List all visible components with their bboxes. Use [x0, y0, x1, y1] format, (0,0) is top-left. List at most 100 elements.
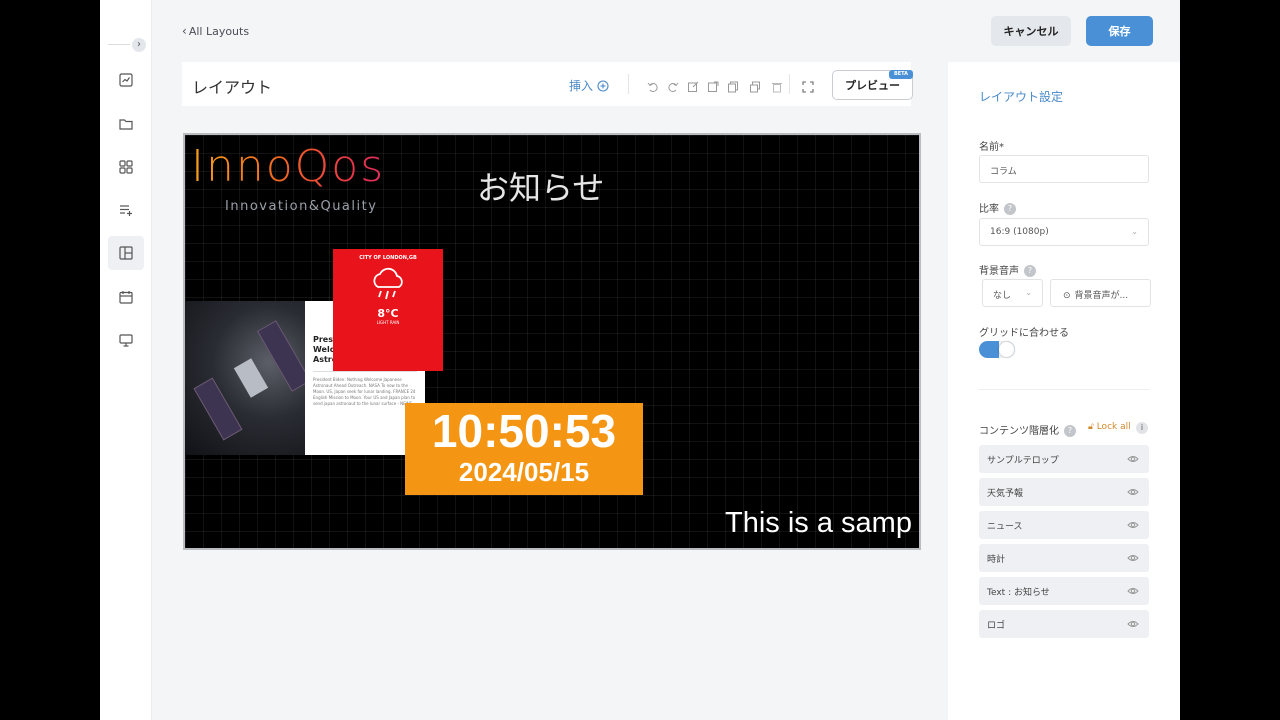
layer-label: ニュース	[987, 522, 1023, 532]
satellite-body	[233, 358, 269, 398]
external-edit-icon[interactable]	[707, 78, 719, 92]
eye-icon[interactable]	[1127, 618, 1139, 630]
editor-toolbar: レイアウト 挿入 プレビュー	[182, 62, 913, 106]
help-icon[interactable]: ?	[1024, 265, 1036, 277]
grid-icon	[119, 160, 133, 174]
chevron-down-icon: ⌄	[1025, 288, 1032, 297]
folder-icon	[119, 119, 133, 130]
toolbar-title: レイアウト	[192, 78, 273, 97]
settings-divider	[979, 389, 1149, 390]
layout-settings-panel: レイアウト設定 名前* コラム 比率? 16:9 (1080p) ⌄ 背景音声? …	[948, 62, 1180, 720]
bgm-button-label: 背景音声が...	[1074, 291, 1129, 301]
redo-icon[interactable]	[667, 78, 679, 92]
ratio-label-row: 比率?	[979, 200, 1016, 215]
sidebar-item-folders[interactable]	[108, 107, 144, 141]
toolbar-divider	[628, 74, 629, 94]
ticker-widget[interactable]: This is a samp	[725, 507, 912, 540]
insert-button[interactable]: 挿入	[569, 77, 609, 94]
bgm-label-row: 背景音声?	[979, 262, 1036, 277]
ratio-select[interactable]: 16:9 (1080p) ⌄	[979, 218, 1149, 246]
layer-item[interactable]: ロゴ	[979, 610, 1149, 638]
help-icon[interactable]: ?	[1004, 203, 1016, 215]
news-divider	[313, 371, 417, 372]
rain-cloud-icon	[373, 267, 403, 300]
toolbar-divider-2	[789, 74, 790, 94]
undo-icon[interactable]	[647, 78, 659, 92]
layer-item[interactable]: 天気予報	[979, 478, 1149, 506]
name-label: 名前*	[979, 142, 1004, 153]
layer-label: サンプルテロップ	[987, 456, 1059, 466]
clock-date: 2024/05/15	[458, 457, 590, 487]
beta-badge: BETA	[889, 70, 913, 79]
news-image	[185, 301, 305, 455]
ratio-label: 比率	[979, 204, 999, 215]
sidebar-item-playlist[interactable]	[108, 193, 144, 227]
eye-icon[interactable]	[1127, 486, 1139, 498]
weather-city: CITY OF LONDON,GB	[359, 255, 417, 261]
layer-item[interactable]: サンプルテロップ	[979, 445, 1149, 473]
layers-label-row: コンテンツ階層化?	[979, 422, 1076, 437]
back-label: All Layouts	[188, 25, 250, 38]
trash-icon[interactable]	[771, 78, 783, 93]
layer-label: Text : お知らせ	[987, 588, 1050, 598]
lock-all-button[interactable]: 🔓︎ Lock all	[1088, 422, 1131, 432]
rail-divider	[108, 44, 130, 45]
lock-all-label: Lock all	[1096, 422, 1131, 432]
logo-text: InnoQos	[191, 141, 441, 192]
layout-icon	[119, 246, 133, 260]
help-icon[interactable]: ?	[1064, 425, 1076, 437]
grid-label: グリッドに合わせる	[979, 328, 1069, 339]
snap-to-grid-toggle[interactable]	[979, 341, 1015, 358]
cancel-button[interactable]: キャンセル	[991, 16, 1071, 46]
logo-widget[interactable]: InnoQos Innovation&Quality	[191, 141, 441, 214]
expand-sidebar-icon[interactable]: ›	[132, 38, 146, 52]
info-icon[interactable]: i	[1136, 422, 1148, 434]
name-input[interactable]: コラム	[979, 155, 1149, 183]
bgm-value: なし	[993, 291, 1012, 301]
insert-label: 挿入	[569, 79, 594, 93]
eye-icon[interactable]	[1127, 453, 1139, 465]
chart-box-icon	[119, 73, 133, 87]
layout-canvas[interactable]: InnoQos Innovation&Quality お知らせ Presi We…	[183, 133, 921, 550]
toggle-knob	[999, 342, 1014, 357]
sidebar-item-dashboard[interactable]	[108, 63, 144, 97]
layer-label: 時計	[987, 555, 1006, 565]
eye-icon[interactable]	[1127, 552, 1139, 564]
clock-widget[interactable]: 10:50:53 2024/05/15	[405, 403, 643, 495]
save-button[interactable]: 保存	[1086, 16, 1153, 46]
fullscreen-icon[interactable]	[802, 78, 814, 93]
chevron-left-icon: ‹	[182, 24, 187, 38]
layer-item[interactable]: Text : お知らせ	[979, 577, 1149, 605]
sidebar-rail: ›	[100, 0, 152, 720]
chevron-down-icon: ⌄	[1131, 227, 1138, 236]
weather-temperature: 8°C	[377, 307, 399, 320]
lock-icon: 🔓︎	[1088, 422, 1097, 432]
notice-text-widget[interactable]: お知らせ	[477, 163, 604, 209]
edit-icon[interactable]	[687, 78, 699, 92]
sidebar-item-schedule[interactable]	[108, 280, 144, 314]
sidebar-item-apps[interactable]	[108, 150, 144, 184]
music-icon: ⊙	[1063, 291, 1071, 301]
duplicate-icon[interactable]	[749, 78, 761, 93]
back-to-layouts-link[interactable]: ‹ All Layouts	[182, 24, 249, 38]
logo-tagline: Innovation&Quality	[225, 199, 378, 214]
clock-time: 10:50:53	[431, 405, 617, 457]
copy-icon[interactable]	[727, 78, 739, 93]
eye-icon[interactable]	[1127, 585, 1139, 597]
sidebar-item-devices[interactable]	[108, 323, 144, 357]
satellite-panel	[193, 377, 243, 441]
bgm-choose-button[interactable]: ⊙ 背景音声が...	[1050, 279, 1151, 307]
layer-label: 天気予報	[987, 489, 1024, 499]
layer-label: ロゴ	[987, 621, 1006, 631]
plus-circle-icon	[597, 79, 609, 92]
layer-item[interactable]: ニュース	[979, 511, 1149, 539]
eye-icon[interactable]	[1127, 519, 1139, 531]
weather-condition: LIGHT RAIN	[376, 320, 400, 325]
layer-item[interactable]: 時計	[979, 544, 1149, 572]
weather-widget[interactable]: CITY OF LONDON,GB 8°C LIGHT RAIN	[333, 249, 443, 371]
layers-label: コンテンツ階層化	[979, 426, 1059, 437]
playlist-add-icon	[120, 205, 132, 216]
ratio-value: 16:9 (1080p)	[990, 227, 1049, 237]
sidebar-item-layouts[interactable]	[108, 236, 144, 270]
bgm-select[interactable]: なし ⌄	[982, 279, 1043, 307]
